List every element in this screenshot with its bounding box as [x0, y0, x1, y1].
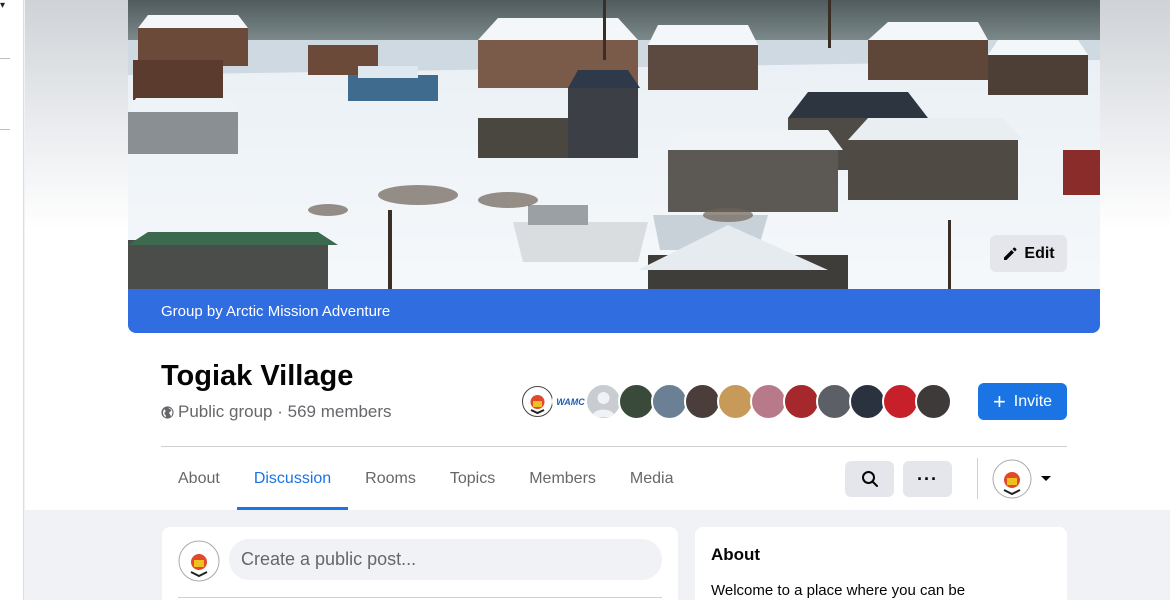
about-card: About Welcome to a place where you can b…	[695, 527, 1067, 600]
avatar[interactable]	[816, 383, 853, 420]
page-title[interactable]: Togiak Village	[161, 360, 353, 393]
tab-label: About	[178, 469, 220, 487]
about-heading: About	[711, 545, 761, 564]
avatar[interactable]	[750, 383, 787, 420]
tab-label: Members	[529, 469, 596, 487]
tab-rooms[interactable]: Rooms	[348, 447, 433, 510]
tab-label: Discussion	[253, 469, 332, 487]
tab-about[interactable]: About	[161, 447, 237, 510]
invite-label: Invite	[1013, 392, 1053, 410]
chevron-down-icon[interactable]: ▾	[0, 0, 5, 11]
avatar	[992, 459, 1032, 499]
sidebar-divider	[0, 129, 10, 130]
sidebar-divider	[0, 58, 10, 59]
post-composer: Create a public post...	[162, 527, 678, 600]
avatar[interactable]	[651, 383, 688, 420]
plus-icon: +	[992, 388, 1006, 414]
caret-down-icon	[1041, 476, 1051, 481]
avatar[interactable]	[618, 383, 655, 420]
tab-media[interactable]: Media	[613, 447, 691, 510]
invite-button[interactable]: + Invite	[978, 383, 1067, 420]
avatar[interactable]	[783, 383, 820, 420]
left-sidebar-edge: ▾	[0, 0, 24, 600]
avatar[interactable]	[717, 383, 754, 420]
globe-icon	[161, 405, 174, 419]
tab-label: Topics	[449, 469, 496, 487]
search-button[interactable]	[845, 461, 894, 497]
avatar[interactable]	[882, 383, 919, 420]
group-meta-text: Public group · 569 members	[178, 402, 392, 421]
edit-cover-button[interactable]: Edit	[990, 235, 1067, 272]
svg-text:WAMC: WAMC	[556, 397, 585, 407]
cover-photo	[128, 0, 1100, 333]
composer-divider	[178, 597, 662, 598]
more-options-button[interactable]: ···	[903, 461, 952, 497]
avatar[interactable]	[684, 383, 721, 420]
avatar[interactable]	[519, 383, 556, 420]
group-by-label: Group by Arctic Mission Adventure	[161, 303, 391, 320]
tab-label: Media	[629, 469, 674, 487]
avatar[interactable]: WAMC	[552, 383, 589, 420]
about-description: Welcome to a place where you can be	[711, 582, 966, 599]
group-meta: Public group · 569 members	[161, 402, 392, 422]
tab-label: Rooms	[365, 469, 416, 487]
tab-members[interactable]: Members	[512, 447, 613, 510]
avatar[interactable]	[849, 383, 886, 420]
group-by-banner[interactable]: Group by Arctic Mission Adventure	[128, 289, 1100, 333]
pencil-icon	[1004, 247, 1017, 260]
avatar[interactable]	[178, 540, 220, 582]
avatar[interactable]	[585, 383, 622, 420]
more-icon: ···	[917, 468, 938, 489]
tab-discussion[interactable]: Discussion	[236, 447, 349, 510]
create-post-input[interactable]: Create a public post...	[229, 539, 662, 580]
account-switcher[interactable]	[992, 459, 1054, 499]
tab-topics[interactable]: Topics	[433, 447, 512, 510]
avatar[interactable]	[915, 383, 952, 420]
actions-divider	[977, 458, 978, 499]
group-tabs: About Discussion Rooms Topics Members Me…	[161, 447, 690, 510]
search-icon	[861, 471, 878, 487]
edit-label: Edit	[1024, 244, 1055, 262]
